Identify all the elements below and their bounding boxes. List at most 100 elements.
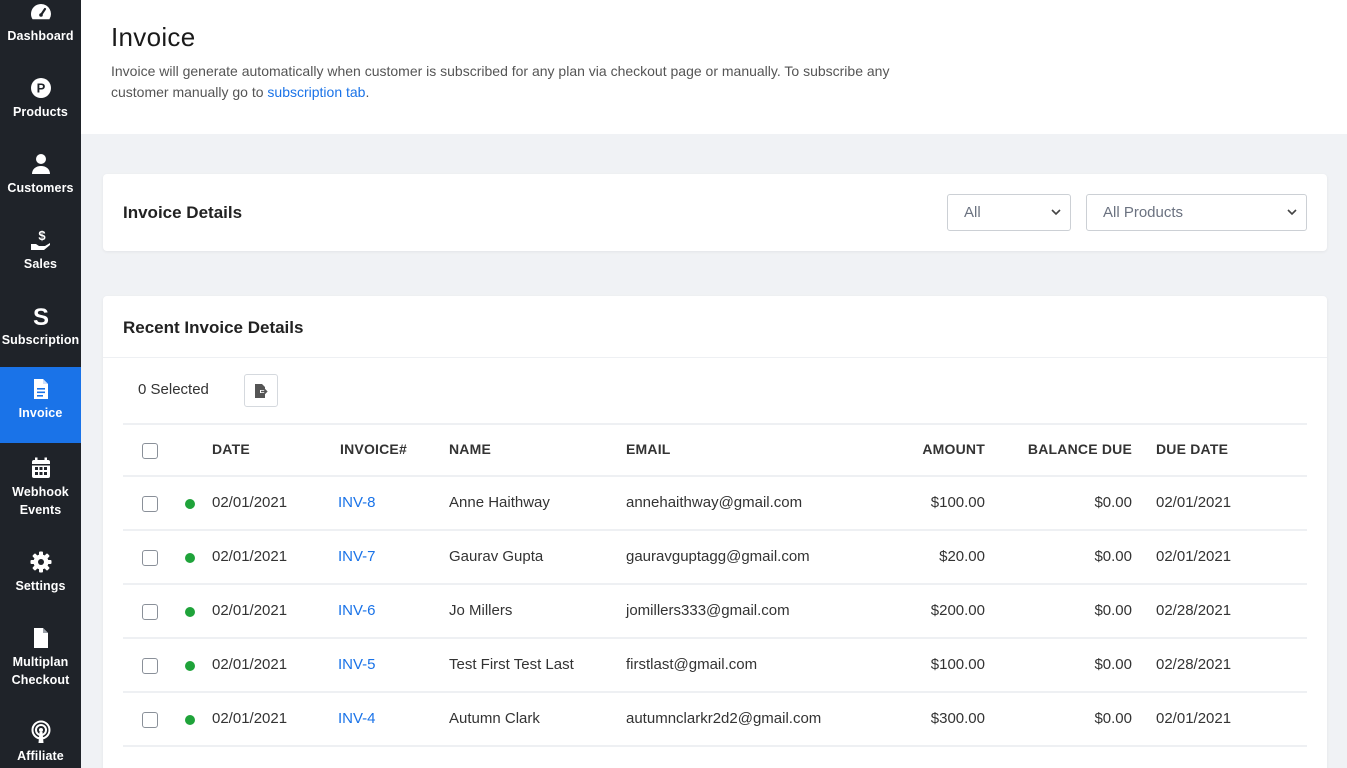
cell-email: firstlast@gmail.com: [626, 656, 758, 673]
table-row[interactable]: 02/01/2021 INV-5 Test First Test Last first…: [123, 639, 1307, 693]
row-checkbox[interactable]: [142, 658, 158, 674]
sidebar-item-affiliate[interactable]: Affiliate: [0, 710, 81, 768]
chevron-down-icon: [1287, 209, 1297, 216]
sidebar-item-webhook-events[interactable]: Webhook Events: [0, 446, 81, 526]
export-file-icon: [255, 383, 268, 398]
cell-due-date: 02/01/2021: [1156, 548, 1232, 565]
cell-date: 02/01/2021: [212, 602, 288, 619]
cell-date: 02/01/2021: [212, 656, 288, 673]
cell-name: Jo Millers: [449, 602, 513, 619]
status-dot: [185, 499, 195, 509]
svg-text:P: P: [36, 81, 45, 96]
invoice-details-title: Invoice Details: [123, 203, 243, 222]
svg-text:$: $: [38, 228, 46, 243]
column-header-email[interactable]: EMAIL: [626, 441, 671, 457]
table-row[interactable]: 02/01/2021 INV-6 Jo Millers jomillers333@gm…: [123, 585, 1307, 639]
cell-name: Anne Haithway: [449, 494, 550, 511]
export-button[interactable]: [244, 374, 278, 407]
cell-due-date: 02/28/2021: [1156, 602, 1232, 619]
calendar-icon: [29, 456, 53, 480]
column-header-name[interactable]: NAME: [449, 441, 491, 457]
cell-amount: $100.00: [930, 656, 985, 673]
cell-due-date: 02/28/2021: [1156, 656, 1232, 673]
cell-invoice-link[interactable]: INV-7: [338, 548, 376, 565]
column-header-balance-due[interactable]: BALANCE DUE: [1028, 441, 1132, 457]
sidebar-item-label: Webhook: [12, 485, 69, 499]
chevron-down-icon: [1051, 209, 1061, 216]
cell-invoice-link[interactable]: INV-6: [338, 602, 376, 619]
column-header-date[interactable]: DATE: [212, 441, 250, 457]
cell-amount: $300.00: [930, 710, 985, 727]
sidebar-item-settings[interactable]: Settings: [0, 540, 81, 616]
page-title: Invoice: [111, 22, 196, 52]
cell-invoice-link[interactable]: INV-4: [338, 710, 376, 727]
selected-count: 0 Selected: [138, 381, 209, 398]
column-header-due-date[interactable]: DUE DATE: [1156, 441, 1228, 457]
subscription-tab-link[interactable]: subscription tab: [267, 84, 365, 100]
column-header-amount[interactable]: AMOUNT: [922, 441, 985, 457]
cell-name: Gaurav Gupta: [449, 548, 544, 565]
status-dot: [185, 661, 195, 671]
sidebar-item-customers[interactable]: Customers: [0, 142, 81, 218]
document-icon: [29, 377, 53, 401]
status-dot: [185, 553, 195, 563]
cell-date: 02/01/2021: [212, 710, 288, 727]
cell-invoice-link[interactable]: INV-5: [338, 656, 376, 673]
page-description: Invoice will generate automatically when…: [111, 63, 890, 100]
sidebar-item-label: Events: [19, 503, 62, 517]
dollar-hand-icon: $: [29, 228, 53, 252]
sidebar-item-subscription[interactable]: S Subscription: [0, 294, 81, 370]
cell-balance-due: $0.00: [1094, 656, 1132, 673]
sidebar-item-label: Checkout: [11, 673, 70, 687]
sidebar-item-sales[interactable]: $ Sales: [0, 218, 81, 294]
subscription-icon: S: [29, 304, 53, 328]
table-body: 02/01/2021 INV-8 Anne Haithway annehaithway…: [123, 477, 1307, 747]
row-checkbox[interactable]: [142, 712, 158, 728]
recent-invoice-card: Recent Invoice Details 0 Selected DATE I…: [103, 296, 1327, 768]
sidebar: Dashboard P Products Customers $ Sales S…: [0, 0, 81, 768]
status-dot: [185, 715, 195, 725]
table-row[interactable]: 02/01/2021 INV-7 Gaurav Gupta gauravguptagg…: [123, 531, 1307, 585]
sidebar-item-label: Multiplan: [12, 655, 69, 669]
sidebar-item-products[interactable]: P Products: [0, 66, 81, 142]
cell-amount: $200.00: [930, 602, 985, 619]
broadcast-icon: [29, 720, 53, 744]
table-row[interactable]: 02/01/2021 INV-8 Anne Haithway annehaithway…: [123, 477, 1307, 531]
invoice-table: DATE INVOICE# NAME EMAIL AMOUNT BALANCE …: [123, 423, 1307, 747]
table-header: DATE INVOICE# NAME EMAIL AMOUNT BALANCE …: [123, 423, 1307, 477]
cell-balance-due: $0.00: [1094, 494, 1132, 511]
file-icon: [29, 626, 53, 650]
cell-email: annehaithway@gmail.com: [626, 494, 803, 511]
cell-date: 02/01/2021: [212, 494, 288, 511]
column-header-invoice[interactable]: INVOICE#: [340, 441, 407, 457]
cell-invoice-link[interactable]: INV-8: [338, 494, 376, 511]
sidebar-item-invoice[interactable]: Invoice: [0, 367, 81, 443]
divider: [103, 357, 1327, 358]
cell-amount: $20.00: [939, 548, 985, 565]
select-all-checkbox[interactable]: [142, 443, 158, 459]
cell-name: Test First Test Last: [449, 656, 574, 673]
table-row[interactable]: 02/01/2021 INV-4 Autumn Clark autumnclarkr2…: [123, 693, 1307, 747]
gear-icon: [29, 550, 53, 574]
page-header: Invoice Invoice will generate automatica…: [81, 0, 1347, 134]
svg-text:S: S: [32, 304, 48, 328]
products-filter-select[interactable]: All Products: [1086, 194, 1307, 231]
row-checkbox[interactable]: [142, 550, 158, 566]
cell-balance-due: $0.00: [1094, 602, 1132, 619]
cell-email: gauravguptagg@gmail.com: [626, 548, 810, 565]
row-checkbox[interactable]: [142, 496, 158, 512]
status-filter-select[interactable]: All: [947, 194, 1071, 231]
sidebar-item-multiplan-checkout[interactable]: Multiplan Checkout: [0, 616, 81, 696]
cell-balance-due: $0.00: [1094, 548, 1132, 565]
recent-invoice-title: Recent Invoice Details: [123, 318, 304, 337]
dashboard-icon: [29, 0, 53, 24]
row-checkbox[interactable]: [142, 604, 158, 620]
products-icon: P: [29, 76, 53, 100]
cell-email: autumnclarkr2d2@gmail.com: [626, 710, 822, 727]
user-icon: [29, 152, 53, 176]
invoice-details-card: Invoice Details All All Products: [103, 174, 1327, 251]
cell-name: Autumn Clark: [449, 710, 540, 727]
cell-balance-due: $0.00: [1094, 710, 1132, 727]
cell-amount: $100.00: [930, 494, 985, 511]
sidebar-item-dashboard[interactable]: Dashboard: [0, 0, 81, 66]
